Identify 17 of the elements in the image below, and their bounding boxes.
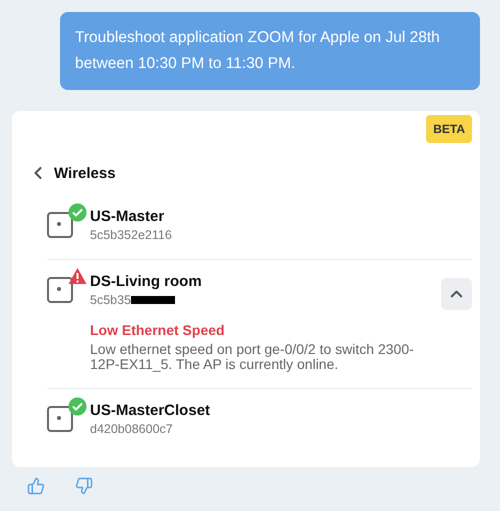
device-name: US-Master <box>90 207 166 227</box>
chat-message: Troubleshoot application ZOOM for Apple on Jul 28th between 10:30 PM to 11:30 PM. <box>60 12 480 90</box>
section-title: Wireless <box>54 164 116 182</box>
beta-badge: BETA <box>426 115 472 143</box>
issue-title: Low Ethernet Speed <box>90 322 226 338</box>
thumbs-up-button[interactable] <box>27 477 45 495</box>
thumbs-down-button[interactable] <box>75 477 93 495</box>
issue-description: Low ethernet speed on port ge-0/0/2 to switch 2300-12P-EX11_5. The AP is currently online. <box>90 342 415 372</box>
device-id: d420b08600c7 <box>90 421 173 437</box>
access-point-icon <box>47 277 75 305</box>
access-point-icon <box>47 406 75 434</box>
device-name: DS-Living room <box>90 272 203 292</box>
device-id: 5c5b35 <box>90 292 132 308</box>
device-name: US-MasterCloset <box>90 401 212 421</box>
collapse-button[interactable] <box>441 278 472 310</box>
device-id: 5c5b352e2116 <box>90 227 172 243</box>
access-point-icon <box>47 212 75 240</box>
